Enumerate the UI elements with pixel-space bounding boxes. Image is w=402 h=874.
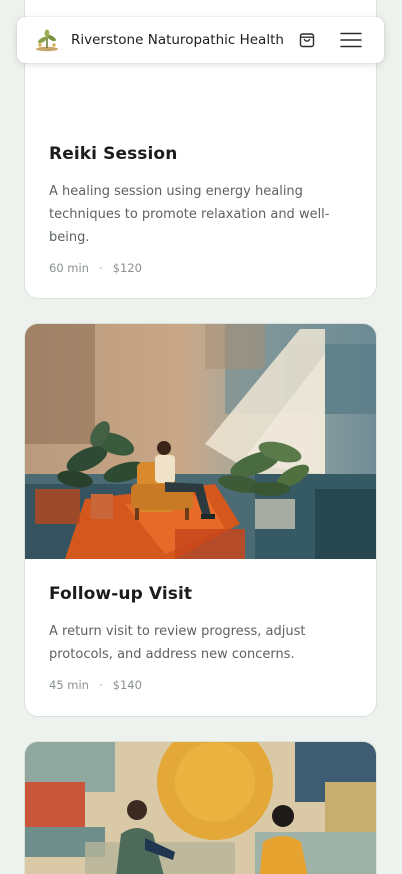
meta-separator: · bbox=[98, 261, 103, 275]
services-page: Reiki Session A healing session using en… bbox=[0, 0, 402, 874]
service-card-follow-up[interactable]: Follow-up Visit A return visit to review… bbox=[24, 323, 377, 717]
service-title: Follow-up Visit bbox=[49, 584, 193, 604]
service-duration: 45 min bbox=[49, 678, 89, 692]
service-description: A healing session using energy healing t… bbox=[49, 184, 330, 245]
service-card-next[interactable] bbox=[24, 741, 377, 874]
service-title: Reiki Session bbox=[49, 144, 178, 164]
service-illustration-consultation bbox=[25, 324, 376, 559]
service-meta: 60 min · $120 bbox=[49, 261, 354, 275]
menu-button[interactable] bbox=[339, 28, 363, 52]
service-duration: 60 min bbox=[49, 261, 89, 275]
meta-separator: · bbox=[98, 678, 103, 692]
site-header: Riverstone Naturopathic Health bbox=[17, 17, 384, 63]
service-price: $140 bbox=[112, 678, 142, 692]
service-card-body: Follow-up Visit A return visit to review… bbox=[49, 584, 354, 692]
service-meta: 45 min · $140 bbox=[49, 678, 354, 692]
shopping-bag-icon bbox=[299, 33, 315, 48]
service-description: A return visit to review progress, adjus… bbox=[49, 624, 306, 662]
cart-button[interactable] bbox=[297, 28, 317, 52]
hamburger-menu-icon bbox=[340, 32, 362, 48]
service-price: $120 bbox=[112, 261, 142, 275]
service-card-body: Reiki Session A healing session using en… bbox=[49, 144, 354, 275]
brand-name[interactable]: Riverstone Naturopathic Health bbox=[71, 17, 284, 63]
plant-logo-icon[interactable] bbox=[34, 28, 60, 52]
service-illustration-conversation bbox=[25, 742, 376, 874]
